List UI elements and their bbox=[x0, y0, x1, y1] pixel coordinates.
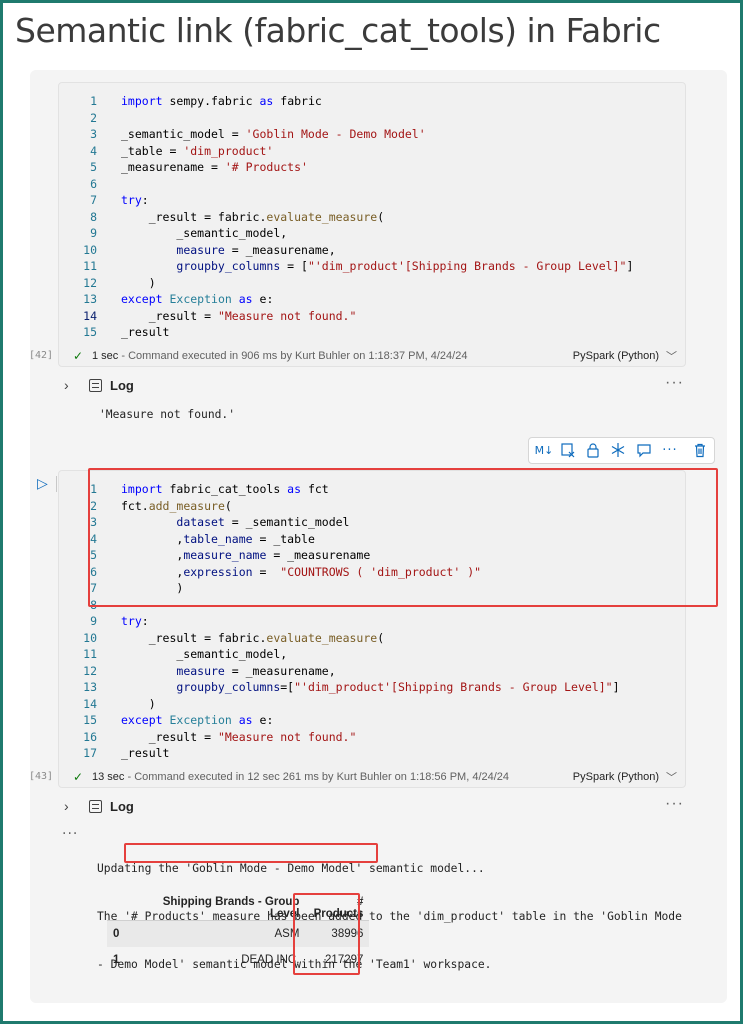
line-number: 9 bbox=[90, 614, 97, 628]
log-icon bbox=[89, 379, 102, 392]
code-text: groupby_columns=["'dim_product'[Shipping… bbox=[176, 680, 620, 694]
code-text: _semantic_model, bbox=[121, 647, 288, 661]
cell-2-status-bar: [43] ✓ 13 sec - Command executed in 12 s… bbox=[29, 768, 685, 788]
code-text: _semantic_model = 'Goblin Mode - Demo Mo… bbox=[121, 127, 426, 141]
line-number: 15 bbox=[83, 713, 97, 727]
language-selector[interactable]: PySpark (Python) bbox=[573, 350, 659, 362]
code-text: _table = 'dim_product' bbox=[121, 143, 274, 158]
more-options-icon[interactable]: ··· bbox=[665, 374, 684, 392]
code-text: measure = _measurename, bbox=[176, 663, 336, 678]
execution-count: [42] bbox=[29, 350, 54, 361]
log-label: Log bbox=[110, 378, 134, 393]
code-text: _measurename = '# Products' bbox=[121, 160, 308, 174]
line-number: 12 bbox=[83, 663, 97, 678]
line-number: 15 bbox=[83, 325, 97, 339]
table-cell-index: 1 bbox=[113, 953, 120, 966]
line-number: 14 bbox=[83, 696, 97, 711]
code-text: _result = fabric.evaluate_measure( bbox=[121, 630, 385, 645]
execution-status: 13 sec - Command executed in 12 sec 261 … bbox=[92, 771, 510, 783]
chevron-down-icon[interactable]: ﹀ bbox=[666, 348, 677, 364]
chevron-right-icon[interactable]: › bbox=[64, 798, 69, 814]
run-cell-icon[interactable]: ▷ bbox=[37, 476, 48, 492]
line-number: 13 bbox=[83, 292, 97, 306]
line-number: 16 bbox=[83, 729, 97, 744]
execution-count: [43] bbox=[29, 771, 54, 782]
clear-output-icon[interactable] bbox=[559, 442, 577, 460]
code-text: measure = _measurename, bbox=[176, 242, 336, 257]
line-number: 17 bbox=[83, 746, 97, 760]
code-text: ) bbox=[121, 696, 156, 711]
success-check-icon: ✓ bbox=[73, 770, 84, 784]
highlight-add-measure bbox=[88, 468, 718, 607]
code-text: _semantic_model, bbox=[121, 226, 288, 240]
chevron-down-icon[interactable]: ﹀ bbox=[666, 769, 677, 785]
log-expander-1[interactable]: › Log ··· bbox=[58, 374, 686, 398]
freeze-icon[interactable] bbox=[609, 442, 627, 460]
table-cell-brand: DEAD INC. bbox=[241, 953, 300, 966]
log-label: Log bbox=[110, 799, 134, 814]
cell-toolbar: M↓ ··· bbox=[528, 437, 715, 464]
more-icon[interactable]: ··· bbox=[661, 442, 679, 460]
execution-message: Command executed in 906 ms by Kurt Buhle… bbox=[128, 350, 468, 362]
delete-icon[interactable] bbox=[691, 442, 709, 460]
lock-icon[interactable] bbox=[584, 442, 602, 460]
code-text: except Exception as e: bbox=[121, 713, 274, 727]
code-text: ) bbox=[121, 275, 156, 290]
language-selector[interactable]: PySpark (Python) bbox=[573, 771, 659, 783]
code-text: groupby_columns = ["'dim_product'[Shippi… bbox=[176, 259, 634, 273]
success-check-icon: ✓ bbox=[73, 349, 84, 363]
line-number: 2 bbox=[90, 110, 97, 125]
table-header-index bbox=[107, 896, 126, 921]
line-number: 1 bbox=[90, 94, 97, 108]
line-number: 6 bbox=[90, 176, 97, 191]
code-cell-1[interactable]: 1 import sempy.fabric as fabric 2 3 _semanti… bbox=[29, 82, 686, 367]
output-more-icon[interactable]: ··· bbox=[62, 826, 78, 842]
line-number: 5 bbox=[90, 160, 97, 174]
table-header-brand: Shipping Brands - Group Level bbox=[125, 896, 306, 921]
code-text: _result = "Measure not found." bbox=[121, 729, 357, 744]
line-number: 13 bbox=[83, 680, 97, 694]
line-number: 10 bbox=[83, 242, 97, 257]
code-text: except Exception as e: bbox=[121, 292, 274, 306]
line-number: 11 bbox=[83, 259, 97, 273]
table-cell-brand: ASM bbox=[125, 920, 306, 947]
line-number: 4 bbox=[90, 143, 97, 158]
line-number: 10 bbox=[83, 630, 97, 645]
code-text: _result = fabric.evaluate_measure( bbox=[121, 209, 385, 224]
table-cell-index: 0 bbox=[107, 920, 126, 947]
code-text: _result bbox=[121, 325, 170, 339]
line-number: 7 bbox=[90, 193, 97, 207]
execution-status: 1 sec - Command executed in 906 ms by Ku… bbox=[92, 350, 468, 362]
run-separator bbox=[56, 476, 57, 492]
code-text: _result bbox=[121, 746, 170, 760]
log-icon bbox=[89, 800, 102, 813]
execution-message: Command executed in 12 sec 261 ms by Kur… bbox=[134, 771, 510, 783]
line-number: 8 bbox=[90, 209, 97, 224]
code-text: _result = "Measure not found." bbox=[121, 308, 357, 323]
more-options-icon[interactable]: ··· bbox=[665, 795, 684, 813]
cell-1-output: 'Measure not found.' bbox=[99, 408, 236, 421]
highlight-products-column bbox=[293, 893, 360, 975]
execution-duration: 13 sec bbox=[92, 771, 125, 783]
markdown-toggle-icon[interactable]: M↓ bbox=[533, 442, 555, 460]
output-line: Updating the 'Goblin Mode - Demo Model' … bbox=[97, 862, 485, 875]
execution-duration: 1 sec bbox=[92, 350, 119, 362]
line-number: 3 bbox=[90, 127, 97, 141]
chevron-right-icon[interactable]: › bbox=[64, 377, 69, 393]
line-number: 12 bbox=[83, 275, 97, 290]
line-number: 14 bbox=[83, 308, 97, 323]
cell-1-status-bar: [42] ✓ 1 sec - Command executed in 906 m… bbox=[29, 347, 685, 367]
line-number: 11 bbox=[83, 647, 97, 661]
code-text: try: bbox=[121, 193, 149, 207]
code-text: import sempy.fabric as fabric bbox=[121, 94, 322, 108]
highlight-measure-added bbox=[124, 843, 378, 863]
page-title: Semantic link (fabric_cat_tools) in Fabr… bbox=[15, 11, 661, 50]
line-number: 9 bbox=[90, 226, 97, 240]
code-text: try: bbox=[121, 614, 149, 628]
comment-icon[interactable] bbox=[635, 442, 653, 460]
log-expander-2[interactable]: › Log ··· bbox=[58, 795, 686, 819]
